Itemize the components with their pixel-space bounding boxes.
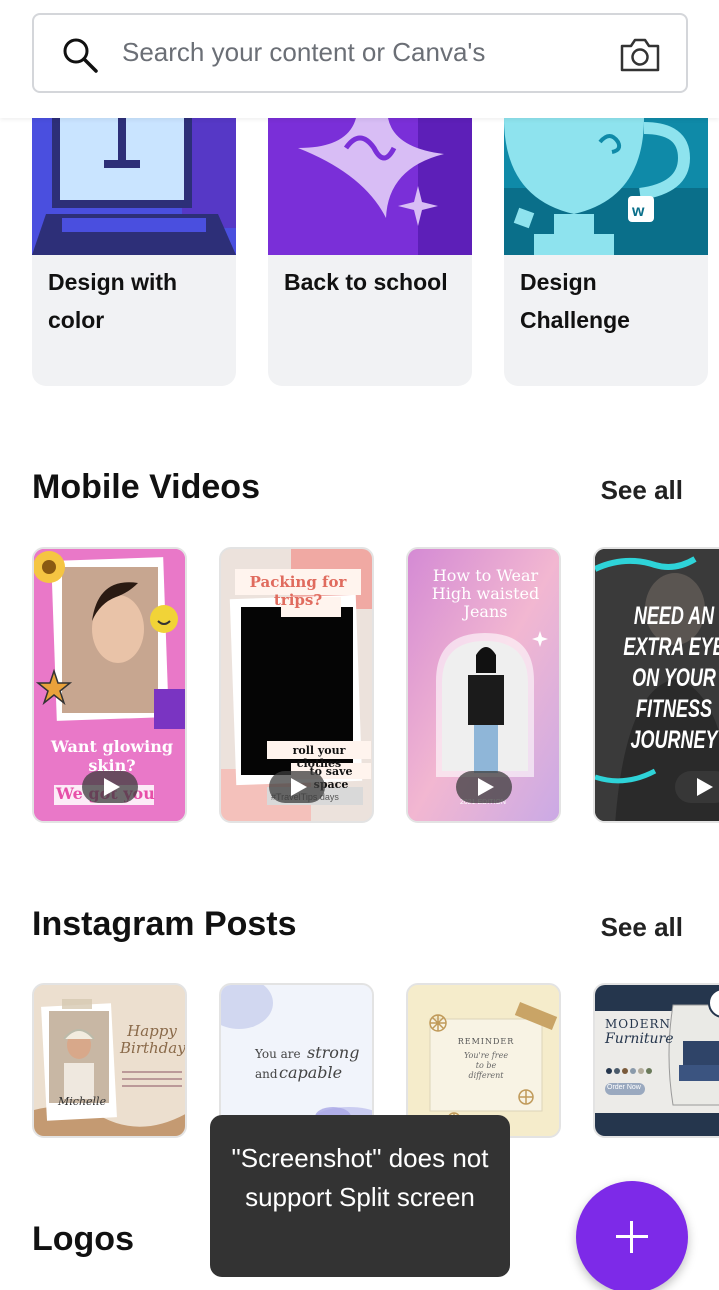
see-all-mobile-videos-link[interactable]: See all [601, 475, 683, 506]
section-title-instagram-posts: Instagram Posts [32, 905, 297, 943]
create-design-button[interactable] [576, 1181, 688, 1290]
video-card-fitness[interactable]: NEED AN EXTRA EYE ON YOUR FITNESS JOURNE… [593, 547, 719, 823]
post-caption-tertiary: and [255, 1067, 278, 1081]
video-card-jeans[interactable]: How to Wear High waisted Jeans 2021 EDIT… [406, 547, 561, 823]
post-text-line [122, 1078, 182, 1080]
search-bar[interactable]: Search your content or Canva's [32, 13, 688, 93]
play-icon[interactable] [81, 771, 138, 803]
feature-thumbnail: w [504, 118, 708, 255]
post-card-birthday[interactable]: Happy Birthday Michelle [32, 983, 187, 1138]
post-caption-secondary: strong [307, 1043, 360, 1062]
video-caption: How to Wear High waisted Jeans [431, 566, 540, 621]
post-caption-secondary: Furniture [605, 1031, 674, 1047]
video-card-skin[interactable]: Want glowing skin? We got you [32, 547, 187, 823]
search-input[interactable]: Search your content or Canva's [122, 37, 485, 68]
video-caption: Want glowing skin? [50, 737, 174, 775]
post-caption: Happy Birthday [120, 1022, 186, 1057]
feature-card-back-to-school[interactable]: Back to school [268, 118, 472, 386]
post-caption: MODERN [605, 1017, 672, 1031]
post-caption: You are [255, 1047, 301, 1061]
post-card-furniture[interactable]: MODERN Furniture Order Now [593, 983, 719, 1138]
video-caption: Packing for trips? [249, 573, 347, 609]
feature-thumbnail [32, 118, 236, 255]
feature-title: Design with color [48, 269, 178, 333]
feature-title: Design Challenge [520, 269, 630, 333]
see-all-instagram-posts-link[interactable]: See all [601, 912, 683, 943]
post-caption: REMINDER [457, 1037, 515, 1046]
post-caption-secondary: You're free to be different [463, 1051, 509, 1080]
post-caption-secondary: Michelle [58, 1095, 107, 1108]
toast-message: "Screenshot" does not support Split scre… [210, 1115, 510, 1277]
post-caption-tertiary: Order Now [607, 1084, 641, 1091]
post-caption-quaternary: capable [279, 1063, 343, 1082]
play-icon[interactable] [675, 771, 719, 803]
top-bar: Search your content or Canva's [0, 0, 719, 118]
feature-card-design-challenge[interactable]: w Design Challenge [504, 118, 708, 386]
play-icon[interactable] [268, 771, 325, 803]
post-text-line [122, 1085, 182, 1087]
play-icon[interactable] [455, 771, 512, 803]
search-icon [63, 38, 98, 73]
camera-icon[interactable] [618, 37, 662, 73]
section-title-logos: Logos [32, 1220, 134, 1258]
video-caption: NEED AN EXTRA EYE ON YOUR FITNESS JOURNE… [623, 602, 719, 754]
feature-card-design-with-color[interactable]: Design with color [32, 118, 236, 386]
section-title-mobile-videos: Mobile Videos [32, 468, 260, 506]
feature-thumbnail [268, 118, 472, 255]
video-card-packing[interactable]: Packing for trips? roll your clothes to … [219, 547, 374, 823]
svg-text:w: w [631, 203, 645, 220]
feature-title: Back to school [284, 269, 448, 295]
post-text-line [122, 1071, 182, 1073]
